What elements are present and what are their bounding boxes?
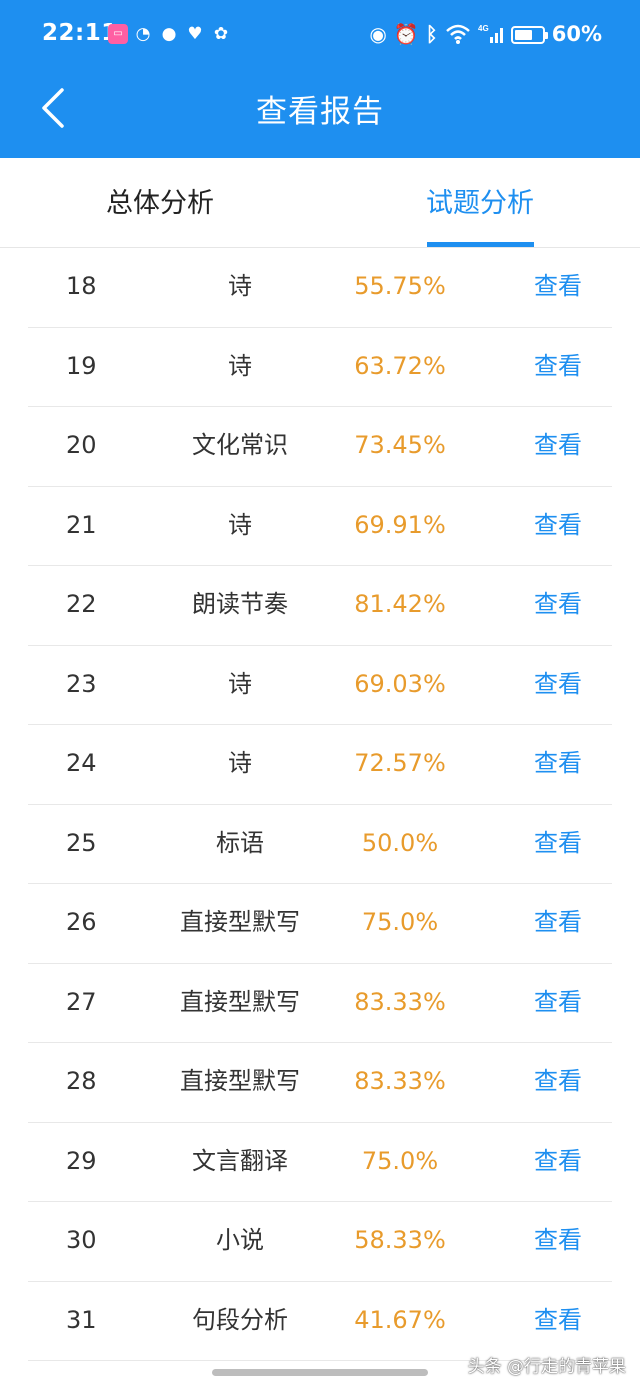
- question-number: 25: [66, 828, 97, 857]
- bluetooth-icon: ᛒ: [425, 22, 438, 46]
- notification-icons: ▭ ◔ ● ♥ ✿: [108, 22, 232, 46]
- score-rate: 73.45%: [354, 431, 446, 459]
- view-button[interactable]: 查看: [534, 566, 582, 643]
- score-rate: 83.33%: [354, 987, 446, 1016]
- view-button[interactable]: 查看: [534, 1202, 582, 1279]
- question-number: 20: [66, 431, 97, 459]
- heart-icon: ♥: [187, 24, 203, 44]
- score-rate: 55.75%: [354, 272, 446, 300]
- wifi-icon: [445, 24, 470, 44]
- table-row: 24 诗 72.57% 查看: [28, 725, 612, 805]
- alarm-icon: ⏰: [393, 22, 419, 46]
- battery-icon: [510, 26, 548, 44]
- question-number: 30: [66, 1226, 97, 1254]
- question-number: 19: [66, 351, 97, 380]
- view-button[interactable]: 查看: [534, 1123, 582, 1200]
- question-list: 18 诗 55.75% 查看 19 诗 63.72% 查看 20 文化常识 73.45% 查看 21 诗 6…: [0, 248, 640, 1361]
- home-indicator[interactable]: [212, 1369, 428, 1376]
- chat-bubble-icon: ◔: [135, 24, 151, 44]
- tab-question-analysis[interactable]: 试题分析: [320, 158, 640, 248]
- question-number: 28: [66, 1067, 97, 1095]
- app-header: 22:11 ▭ ◔ ● ♥ ✿ ◉ ⏰ ᛒ 4G 60% 查看报告: [0, 0, 640, 158]
- table-row: 19 诗 63.72% 查看: [28, 328, 612, 407]
- watermark: 头条 @行走的青苹果: [467, 1357, 626, 1377]
- table-row: 22 朗读节奏 81.42% 查看: [28, 566, 612, 646]
- table-row: 23 诗 69.03% 查看: [28, 646, 612, 725]
- battery-percent: 60%: [551, 22, 602, 46]
- view-button[interactable]: 查看: [534, 328, 582, 405]
- status-time: 22:11: [42, 20, 118, 46]
- question-number: 29: [66, 1146, 97, 1175]
- view-button[interactable]: 查看: [534, 646, 582, 723]
- view-button[interactable]: 查看: [534, 1043, 582, 1120]
- question-number: 21: [66, 510, 97, 539]
- score-rate: 75.0%: [361, 908, 439, 936]
- question-number: 22: [66, 590, 97, 618]
- message-icon: ●: [161, 24, 177, 44]
- score-rate: 63.72%: [354, 351, 446, 380]
- active-tab-indicator: [427, 242, 534, 247]
- view-button[interactable]: 查看: [534, 805, 582, 882]
- view-button[interactable]: 查看: [534, 407, 582, 484]
- table-row: 25 标语 50.0% 查看: [28, 805, 612, 884]
- score-rate: 58.33%: [354, 1226, 446, 1254]
- table-row: 30 小说 58.33% 查看: [28, 1202, 612, 1282]
- table-row: 20 文化常识 73.45% 查看: [28, 407, 612, 487]
- score-rate: 41.67%: [354, 1305, 446, 1334]
- tab-overall-analysis[interactable]: 总体分析: [0, 158, 320, 248]
- question-number: 27: [66, 987, 97, 1016]
- score-rate: 50.0%: [361, 828, 439, 857]
- table-row: 18 诗 55.75% 查看: [28, 248, 612, 328]
- signal-icon: 4G: [478, 24, 503, 43]
- table-row: 29 文言翻译 75.0% 查看: [28, 1123, 612, 1202]
- question-number: 26: [66, 908, 97, 936]
- score-rate: 69.03%: [354, 669, 446, 698]
- table-row: 28 直接型默写 83.33% 查看: [28, 1043, 612, 1123]
- score-rate: 83.33%: [354, 1067, 446, 1095]
- table-row: 31 句段分析 41.67% 查看: [28, 1282, 612, 1361]
- paw-icon: ✿: [213, 24, 229, 44]
- score-rate: 75.0%: [361, 1146, 439, 1175]
- view-button[interactable]: 查看: [534, 725, 582, 802]
- question-number: 31: [66, 1305, 97, 1334]
- view-button[interactable]: 查看: [534, 248, 582, 325]
- score-rate: 72.57%: [354, 749, 446, 777]
- view-button[interactable]: 查看: [534, 884, 582, 961]
- score-rate: 81.42%: [354, 590, 446, 618]
- svg-text:4G: 4G: [478, 24, 489, 33]
- view-button[interactable]: 查看: [534, 1282, 582, 1359]
- table-row: 26 直接型默写 75.0% 查看: [28, 884, 612, 964]
- question-number: 23: [66, 669, 97, 698]
- question-number: 24: [66, 749, 97, 777]
- score-rate: 69.91%: [354, 510, 446, 539]
- question-number: 18: [66, 272, 97, 300]
- tab-bar: 总体分析 试题分析: [0, 158, 640, 248]
- status-bar: 22:11 ▭ ◔ ● ♥ ✿ ◉ ⏰ ᛒ 4G 60%: [0, 0, 640, 72]
- table-row: 27 直接型默写 83.33% 查看: [28, 964, 612, 1043]
- eye-icon: ◉: [369, 22, 387, 46]
- status-indicators: ◉ ⏰ ᛒ 4G 60%: [369, 20, 602, 48]
- view-button[interactable]: 查看: [534, 964, 582, 1041]
- view-button[interactable]: 查看: [534, 487, 582, 564]
- app-notification-icon: ▭: [108, 24, 128, 44]
- table-row: 21 诗 69.91% 查看: [28, 487, 612, 566]
- page-title: 查看报告: [256, 94, 384, 130]
